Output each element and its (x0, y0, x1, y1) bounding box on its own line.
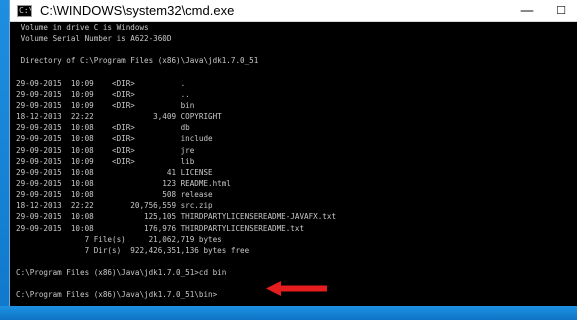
window-title: C:\WINDOWS\system32\cmd.exe (40, 3, 235, 18)
console-line: 29-09-2015 10:08 <DIR> include (16, 134, 213, 144)
console-line: Volume in drive C is Windows (16, 23, 149, 32)
console-line: 18-12-2013 22:22 20,756,559 src.zip (16, 201, 213, 211)
console-output[interactable]: Volume in drive C is Windows Volume Seri… (16, 22, 576, 304)
command-prompt[interactable]: C:\Program Files (x86)\Java\jdk1.7.0_51\… (16, 289, 576, 300)
desktop-bottom-edge (0, 306, 577, 320)
console-line: 7 Dir(s) 922,426,351,136 bytes free (16, 245, 250, 255)
cmd-console-icon: C:\ (17, 5, 32, 17)
console-line: 29-09-2015 10:09 <DIR> lib (16, 156, 195, 166)
maximize-button[interactable]: ☐ (544, 0, 577, 22)
cmd-window: C:\ C:\WINDOWS\system32\cmd.exe — ☐ Volu… (9, 0, 577, 306)
console-line: 29-09-2015 10:08 508 release (16, 190, 213, 200)
console-line: 29-09-2015 10:09 <DIR> . (16, 78, 186, 88)
desktop-background: C:\ C:\WINDOWS\system32\cmd.exe — ☐ Volu… (0, 0, 577, 320)
console-line: 29-09-2015 10:08 <DIR> db (16, 123, 190, 133)
minimize-button[interactable]: — (510, 0, 544, 22)
console-line: Directory of C:\Program Files (x86)\Java… (16, 56, 259, 66)
console-line: 29-09-2015 10:09 <DIR> bin (16, 100, 195, 110)
console-line: 29-09-2015 10:09 <DIR> .. (16, 89, 190, 99)
console-line: 29-09-2015 10:08 123 README.html (16, 178, 231, 188)
console-line: 18-12-2013 22:22 3,409 COPYRIGHT (16, 112, 222, 122)
console-line: 7 File(s) 21,062,719 bytes (16, 234, 222, 244)
console-line: C:\Program Files (x86)\Java\jdk1.7.0_51>… (16, 268, 227, 278)
console-line: Volume Serial Number is A622-360D (16, 34, 172, 44)
console-line: 29-09-2015 10:08 125,105 THIRDPARTYLICEN… (16, 212, 337, 222)
console-line: 29-09-2015 10:08 41 LICENSE (16, 167, 213, 177)
console-line: 29-09-2015 10:08 176,976 THIRDPARTYLICEN… (16, 223, 305, 233)
title-bar[interactable]: C:\ C:\WINDOWS\system32\cmd.exe — ☐ (10, 0, 577, 22)
console-line: 29-09-2015 10:08 <DIR> jre (16, 145, 195, 155)
